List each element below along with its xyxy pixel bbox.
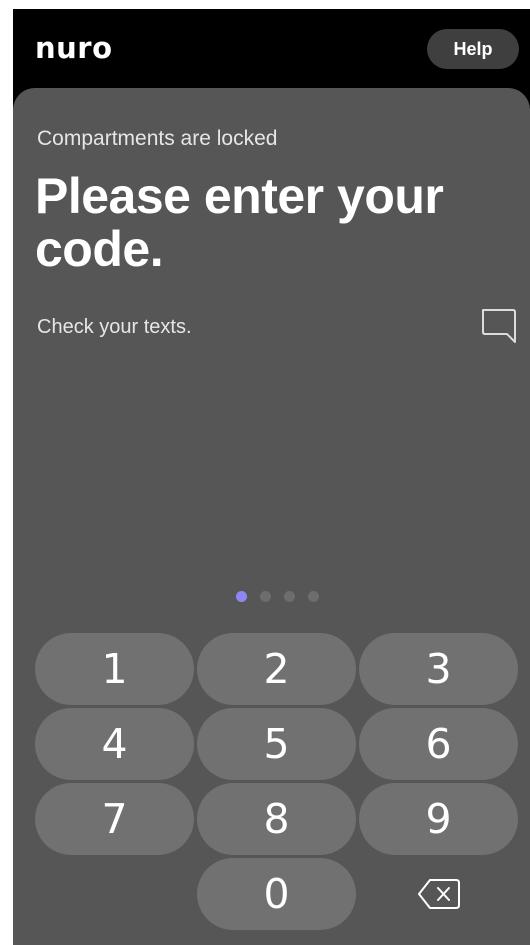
key-8[interactable]: 8 xyxy=(197,783,356,855)
code-dot-3 xyxy=(284,591,295,602)
help-button[interactable]: Help xyxy=(427,29,519,69)
key-5[interactable]: 5 xyxy=(197,708,356,780)
page-title: Please enter your code. xyxy=(35,168,444,277)
code-dot-1 xyxy=(236,591,247,602)
app-screen: nuro Help Compartments are locked Please… xyxy=(13,9,530,945)
key-4[interactable]: 4 xyxy=(35,708,194,780)
key-0[interactable]: 0 xyxy=(197,858,356,930)
key-7[interactable]: 7 xyxy=(35,783,194,855)
key-9[interactable]: 9 xyxy=(359,783,518,855)
code-entry-panel: Compartments are locked Please enter you… xyxy=(13,88,530,945)
chat-bubble-icon[interactable] xyxy=(479,306,519,346)
top-bar: nuro Help xyxy=(13,9,530,89)
hint-text: Check your texts. xyxy=(37,316,192,338)
backspace-button[interactable] xyxy=(359,858,518,930)
key-2[interactable]: 2 xyxy=(197,633,356,705)
numeric-keypad: 1 2 3 4 5 6 7 8 9 0 xyxy=(35,633,521,933)
backspace-icon xyxy=(417,879,460,909)
key-3[interactable]: 3 xyxy=(359,633,518,705)
key-6[interactable]: 6 xyxy=(359,708,518,780)
key-1[interactable]: 1 xyxy=(35,633,194,705)
lock-status-text: Compartments are locked xyxy=(37,127,278,150)
nuro-logo: nuro xyxy=(35,31,113,65)
code-dot-2 xyxy=(260,591,271,602)
code-progress-dots xyxy=(236,591,319,602)
code-dot-4 xyxy=(308,591,319,602)
